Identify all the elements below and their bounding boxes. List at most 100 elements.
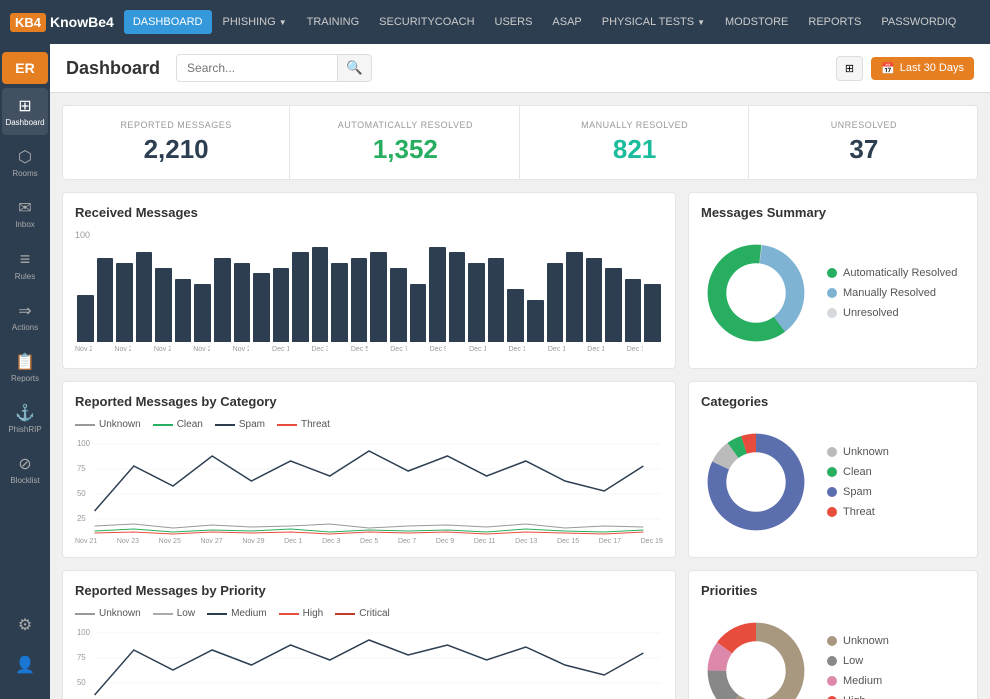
sidebar-label-phishrip: PhishRIP xyxy=(8,425,41,434)
bar-label-5 xyxy=(174,346,191,353)
prio-unknown-text: Unknown xyxy=(843,635,889,647)
sidebar-item-user[interactable]: 👤 xyxy=(2,647,48,683)
grid-view-button[interactable]: ⊞ xyxy=(836,56,863,81)
sidebar-item-blocklist[interactable]: ⊘ Blocklist xyxy=(2,446,48,493)
bar-label-9 xyxy=(252,346,269,353)
bar-label-24: Dec 15 xyxy=(548,346,565,353)
bar-12 xyxy=(312,247,329,342)
nav-item-dashboard[interactable]: DASHBOARD xyxy=(124,10,212,34)
prio-legend-item-medium: Medium xyxy=(827,675,889,687)
prio-high-line xyxy=(279,613,299,615)
spam-line xyxy=(215,424,235,426)
messages-summary-legend: Automatically Resolved Manually Resolved… xyxy=(827,267,957,319)
sidebar-item-settings[interactable]: ⚙ xyxy=(2,607,48,643)
prio-high-text: High xyxy=(843,695,866,699)
sidebar-item-rooms[interactable]: ⬡ Rooms xyxy=(2,139,48,186)
row-2: Reported Messages by Category Unknown Cl… xyxy=(62,381,978,558)
category-labels: Nov 21Nov 23Nov 25Nov 27Nov 29Dec 1Dec 3… xyxy=(75,538,663,545)
unknown-label: Unknown xyxy=(99,419,141,430)
prio-legend-low: Low xyxy=(153,608,195,619)
category-panel: Reported Messages by Category Unknown Cl… xyxy=(62,381,676,558)
bar-4 xyxy=(155,268,172,342)
priorities-legend: Unknown Low Medium xyxy=(827,635,889,699)
nav-item-passwordiq[interactable]: PASSWORDIQ xyxy=(872,10,965,34)
bar-label-17 xyxy=(410,346,427,353)
sidebar: ER ⊞ Dashboard ⬡ Rooms ✉ Inbox ≡ Rules ⇒… xyxy=(0,44,50,699)
app-logo: KB4 KnowBe4 xyxy=(10,13,114,32)
bar-21 xyxy=(488,258,505,342)
prio-unknown-dot xyxy=(827,636,837,646)
rooms-icon: ⬡ xyxy=(18,147,32,167)
legend-spam: Spam xyxy=(215,419,265,430)
bar-label-22: Dec 13 xyxy=(508,346,525,353)
sidebar-item-actions[interactable]: ⇒ Actions xyxy=(2,293,48,340)
categories-legend: Unknown Clean Spam xyxy=(827,446,889,518)
bar-label-29 xyxy=(646,346,663,353)
avatar-icon: ER xyxy=(15,60,34,76)
bar-14 xyxy=(351,258,368,342)
cat-spam-dot xyxy=(827,487,837,497)
nav-item-phishing[interactable]: PHISHING ▼ xyxy=(214,10,296,34)
cat-threat-label: Threat xyxy=(843,506,875,518)
received-messages-panel: Received Messages 100 Nov 21Nov 23Nov 25… xyxy=(62,192,676,369)
nav-menu: DASHBOARD PHISHING ▼ TRAINING SECURITYCO… xyxy=(124,10,980,34)
legend-unresolved: Unresolved xyxy=(827,307,957,319)
main-layout: ER ⊞ Dashboard ⬡ Rooms ✉ Inbox ≡ Rules ⇒… xyxy=(0,44,990,699)
legend-threat: Threat xyxy=(277,419,330,430)
sidebar-label-inbox: Inbox xyxy=(15,220,35,229)
sidebar-item-dashboard[interactable]: ⊞ Dashboard xyxy=(2,88,48,135)
top-navigation: KB4 KnowBe4 DASHBOARD PHISHING ▼ TRAININ… xyxy=(0,0,990,44)
nav-item-securitycoach[interactable]: SECURITYCOACH xyxy=(370,10,483,34)
messages-summary-donut: Automatically Resolved Manually Resolved… xyxy=(701,230,965,356)
nav-item-users[interactable]: USERS xyxy=(486,10,542,34)
bar-15 xyxy=(370,252,387,342)
clean-line xyxy=(153,424,173,426)
priority-title: Reported Messages by Priority xyxy=(75,583,663,598)
svg-text:75: 75 xyxy=(77,464,86,473)
sidebar-item-reports[interactable]: 📋 Reports xyxy=(2,344,48,391)
legend-clean: Clean xyxy=(153,419,203,430)
prio-critical-line xyxy=(335,613,355,615)
categories-panel: Categories xyxy=(688,381,978,558)
nav-item-reports[interactable]: REPORTS xyxy=(799,10,870,34)
sidebar-item-rules[interactable]: ≡ Rules xyxy=(2,241,48,289)
svg-text:75: 75 xyxy=(77,653,86,662)
nav-item-modstore[interactable]: MODSTORE xyxy=(716,10,797,34)
unresolved-dot xyxy=(827,308,837,318)
nav-item-physical-tests[interactable]: PHYSICAL TESTS ▼ xyxy=(593,10,714,34)
stat-label-2: MANUALLY RESOLVED xyxy=(538,120,732,130)
prio-low-text: Low xyxy=(843,655,863,667)
date-range-button[interactable]: 📅 Last 30 Days xyxy=(871,57,974,80)
sidebar-avatar[interactable]: ER xyxy=(2,52,48,84)
content-area: Dashboard 🔍 ⊞ 📅 Last 30 Days REPORTED ME… xyxy=(50,44,990,699)
nav-item-asap[interactable]: ASAP xyxy=(543,10,590,34)
priorities-chart xyxy=(701,616,811,699)
nav-item-training[interactable]: TRAINING xyxy=(298,10,369,34)
stat-value-2: 821 xyxy=(538,134,732,165)
bar-label-20: Dec 11 xyxy=(469,346,486,353)
dashboard-body: REPORTED MESSAGES 2,210 AUTOMATICALLY RE… xyxy=(50,93,990,699)
unresolved-label: Unresolved xyxy=(843,307,899,319)
bar-label-26: Dec 17 xyxy=(587,346,604,353)
bar-label-13 xyxy=(331,346,348,353)
cat-unknown-label: Unknown xyxy=(843,446,889,458)
bar-label-15 xyxy=(371,346,388,353)
messages-summary-panel: Messages Summary xyxy=(688,192,978,369)
cat-legend-spam: Spam xyxy=(827,486,889,498)
header-actions: ⊞ 📅 Last 30 Days xyxy=(836,56,974,81)
sidebar-label-rooms: Rooms xyxy=(12,169,37,178)
threat-line xyxy=(277,424,297,426)
prio-medium-line xyxy=(207,613,227,615)
sidebar-item-inbox[interactable]: ✉ Inbox xyxy=(2,190,48,237)
bar-label-10: Dec 1 xyxy=(272,346,289,353)
prio-low-line xyxy=(153,613,173,615)
stat-value-3: 37 xyxy=(767,134,961,165)
blocklist-icon: ⊘ xyxy=(18,454,31,474)
cat-unknown-dot xyxy=(827,447,837,457)
cat-spam-label: Spam xyxy=(843,486,872,498)
search-input[interactable] xyxy=(177,56,337,80)
user-icon: 👤 xyxy=(15,655,35,675)
category-line-chart: 100 75 50 25 xyxy=(75,436,663,536)
search-button[interactable]: 🔍 xyxy=(337,55,371,81)
sidebar-item-phishrip[interactable]: ⚓ PhishRIP xyxy=(2,395,48,442)
